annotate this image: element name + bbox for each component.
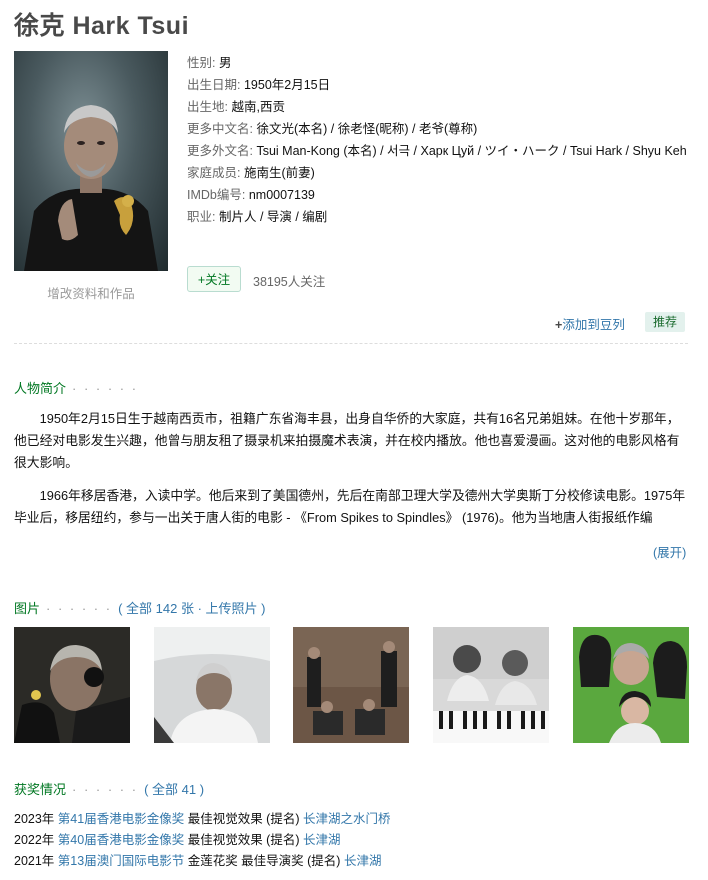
divider (14, 343, 688, 344)
photo-image (154, 627, 270, 743)
award-film-link[interactable]: 长津湖之水门桥 (303, 812, 391, 826)
award-ceremony-link[interactable]: 第41届香港电影金像奖 (58, 812, 184, 826)
info-imdb: IMDb编号: nm0007139 (187, 188, 315, 202)
recommend-button[interactable]: 推荐 (645, 312, 686, 332)
all-awards-link[interactable]: 全部 41 (152, 782, 196, 797)
award-film-link[interactable]: 长津湖 (303, 833, 341, 847)
awards-list: 2023年 第41届香港电影金像奖 最佳视觉效果 (提名) 长津湖之水门桥 20… (14, 809, 391, 872)
edit-person-link[interactable]: 增改资料和作品 (14, 283, 168, 302)
bio-section-title: 人物简介 · · · · · · (14, 381, 139, 396)
info-chinese-names: 更多中文名: 徐文光(本名) / 徐老怪(昵称) / 老爷(尊称) (187, 122, 478, 136)
photo-image (293, 627, 409, 743)
photo-image (433, 627, 549, 743)
photo-image (14, 627, 130, 743)
bio-paragraph: 1950年2月15日生于越南西贡市，祖籍广东省海丰县，出身自华侨的大家庭，共有1… (14, 411, 680, 470)
award-item: 2023年 第41届香港电影金像奖 最佳视觉效果 (提名) 长津湖之水门桥 (14, 812, 391, 826)
person-name: 徐克 Hark Tsui (14, 12, 190, 40)
info-birthplace: 出生地: 越南,西贡 (187, 100, 285, 114)
photo-thumbnail[interactable] (433, 627, 549, 743)
bio-paragraph: 1966年移居香港，入读中学。他后来到了美国德州，先后在南部卫理大学及德州大学奥… (14, 488, 686, 525)
photo-thumbnail[interactable] (14, 627, 130, 743)
award-item: 2021年 第13届澳门国际电影节 金莲花奖 最佳导演奖 (提名) 长津湖 (14, 854, 382, 868)
info-foreign-names: 更多外文名: Tsui Man-Kong (本名) / 서극 / Харк Цу… (187, 144, 687, 158)
info-birthdate: 出生日期: 1950年2月15日 (187, 78, 331, 92)
bio-text-2: 1966年移居香港，入读中学。他后来到了美国德州，先后在南部卫理大学及德州大学奥… (14, 485, 690, 529)
award-item: 2022年 第40届香港电影金像奖 最佳视觉效果 (提名) 长津湖 (14, 833, 341, 847)
portrait-photo[interactable] (14, 51, 168, 271)
photo-image (573, 627, 689, 743)
award-ceremony-link[interactable]: 第40届香港电影金像奖 (58, 833, 184, 847)
follower-count: 38195人关注 (253, 275, 326, 289)
award-film-link[interactable]: 长津湖 (344, 854, 382, 868)
info-family: 家庭成员: 施南生(前妻) (187, 166, 315, 180)
person-info: 性别: 男 出生日期: 1950年2月15日 出生地: 越南,西贡 更多中文名:… (187, 52, 693, 228)
info-gender: 性别: 男 (187, 56, 232, 70)
photos-section-title: 图片 · · · · · ·( 全部 142 张 · 上传照片 ) (14, 601, 266, 616)
photo-thumbnail[interactable] (293, 627, 409, 743)
bio-text: 1950年2月15日生于越南西贡市，祖籍广东省海丰县，出身自华侨的大家庭，共有1… (14, 408, 690, 474)
portrait-illustration (24, 105, 158, 271)
all-photos-link[interactable]: 全部 142 张 (126, 601, 194, 616)
photo-thumbnail[interactable] (573, 627, 689, 743)
expand-bio-link[interactable]: (展开) (653, 542, 686, 561)
photo-thumbnail[interactable] (154, 627, 270, 743)
award-ceremony-link[interactable]: 第13届澳门国际电影节 (58, 854, 184, 868)
awards-section-title: 获奖情况 · · · · · ·( 全部 41 ) (14, 782, 205, 797)
follow-button[interactable]: +关注 (187, 266, 241, 292)
add-to-doulist-link[interactable]: +添加到豆列 (555, 314, 625, 333)
upload-photo-link[interactable]: 上传照片 (206, 601, 258, 616)
info-profession: 职业: 制片人 / 导演 / 编剧 (187, 210, 328, 224)
